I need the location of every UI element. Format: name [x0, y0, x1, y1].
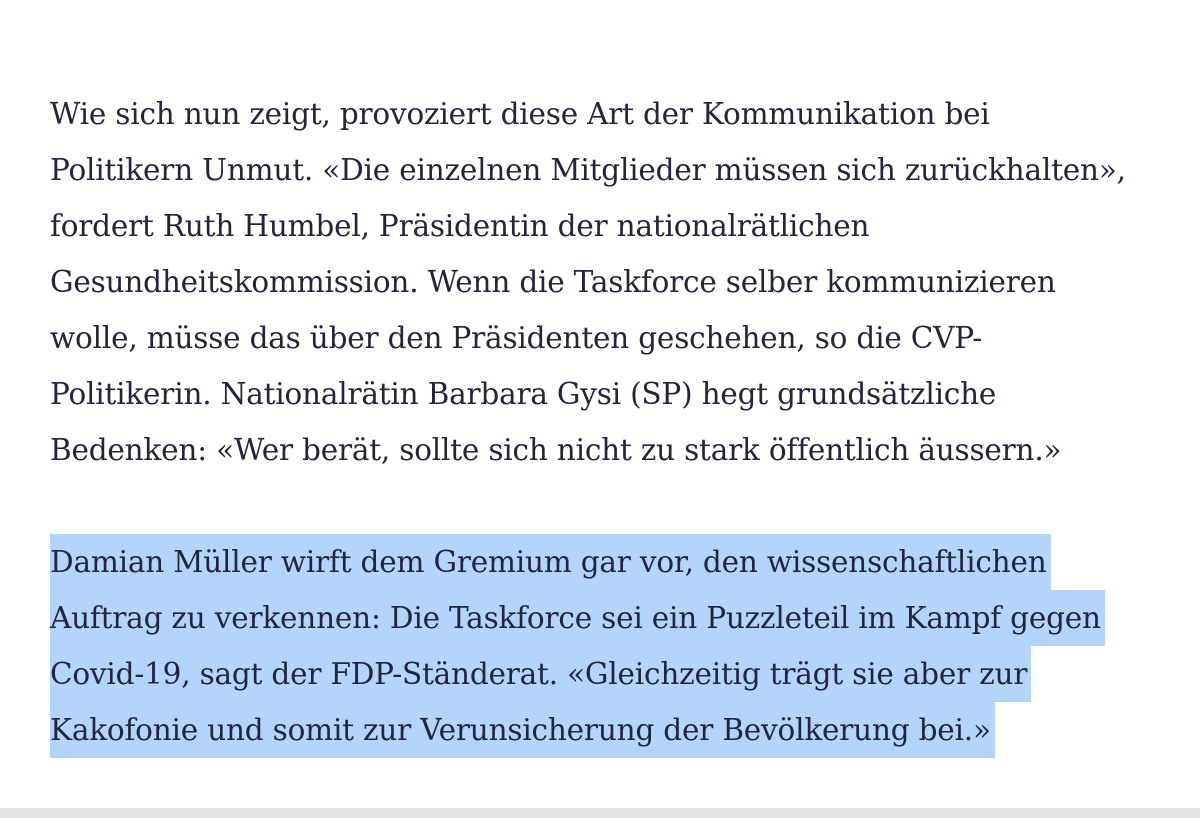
- selected-text-line[interactable]: Damian Müller wirft dem Gremium gar vor,…: [50, 534, 1190, 590]
- text-line: fordert Ruth Humbel, Präsidentin der nat…: [50, 209, 870, 243]
- selection-highlight[interactable]: Kakofonie und somit zur Verunsicherung d…: [50, 702, 995, 758]
- selection-highlight[interactable]: Auftrag zu verkennen: Die Taskforce sei …: [50, 590, 1105, 646]
- text-line: wolle, müsse das über den Präsidenten ge…: [50, 321, 983, 355]
- text-line: Bedenken: «Wer berät, sollte sich nicht …: [50, 433, 1062, 467]
- selection-highlight[interactable]: Damian Müller wirft dem Gremium gar vor,…: [50, 534, 1051, 590]
- paragraph-1: Wie sich nun zeigt, provoziert diese Art…: [50, 86, 1190, 478]
- text-line: Politikerin. Nationalrätin Barbara Gysi …: [50, 377, 997, 411]
- selected-text-line[interactable]: Auftrag zu verkennen: Die Taskforce sei …: [50, 590, 1190, 646]
- selected-text-line[interactable]: Kakofonie und somit zur Verunsicherung d…: [50, 702, 1190, 758]
- text-line: Politikern Unmut. «Die einzelnen Mitglie…: [50, 153, 1126, 187]
- paragraph-2-selected[interactable]: Damian Müller wirft dem Gremium gar vor,…: [50, 534, 1190, 758]
- bottom-divider-bar: [0, 808, 1200, 818]
- paragraph-spacing: [50, 478, 1190, 534]
- selection-highlight[interactable]: Covid-19, sagt der FDP-Ständerat. «Gleic…: [50, 646, 1032, 702]
- article-body: Wie sich nun zeigt, provoziert diese Art…: [50, 86, 1190, 758]
- text-line: Wie sich nun zeigt, provoziert diese Art…: [50, 97, 990, 131]
- selected-text-line[interactable]: Covid-19, sagt der FDP-Ständerat. «Gleic…: [50, 646, 1190, 702]
- text-line: Gesundheitskommission. Wenn die Taskforc…: [50, 265, 1056, 299]
